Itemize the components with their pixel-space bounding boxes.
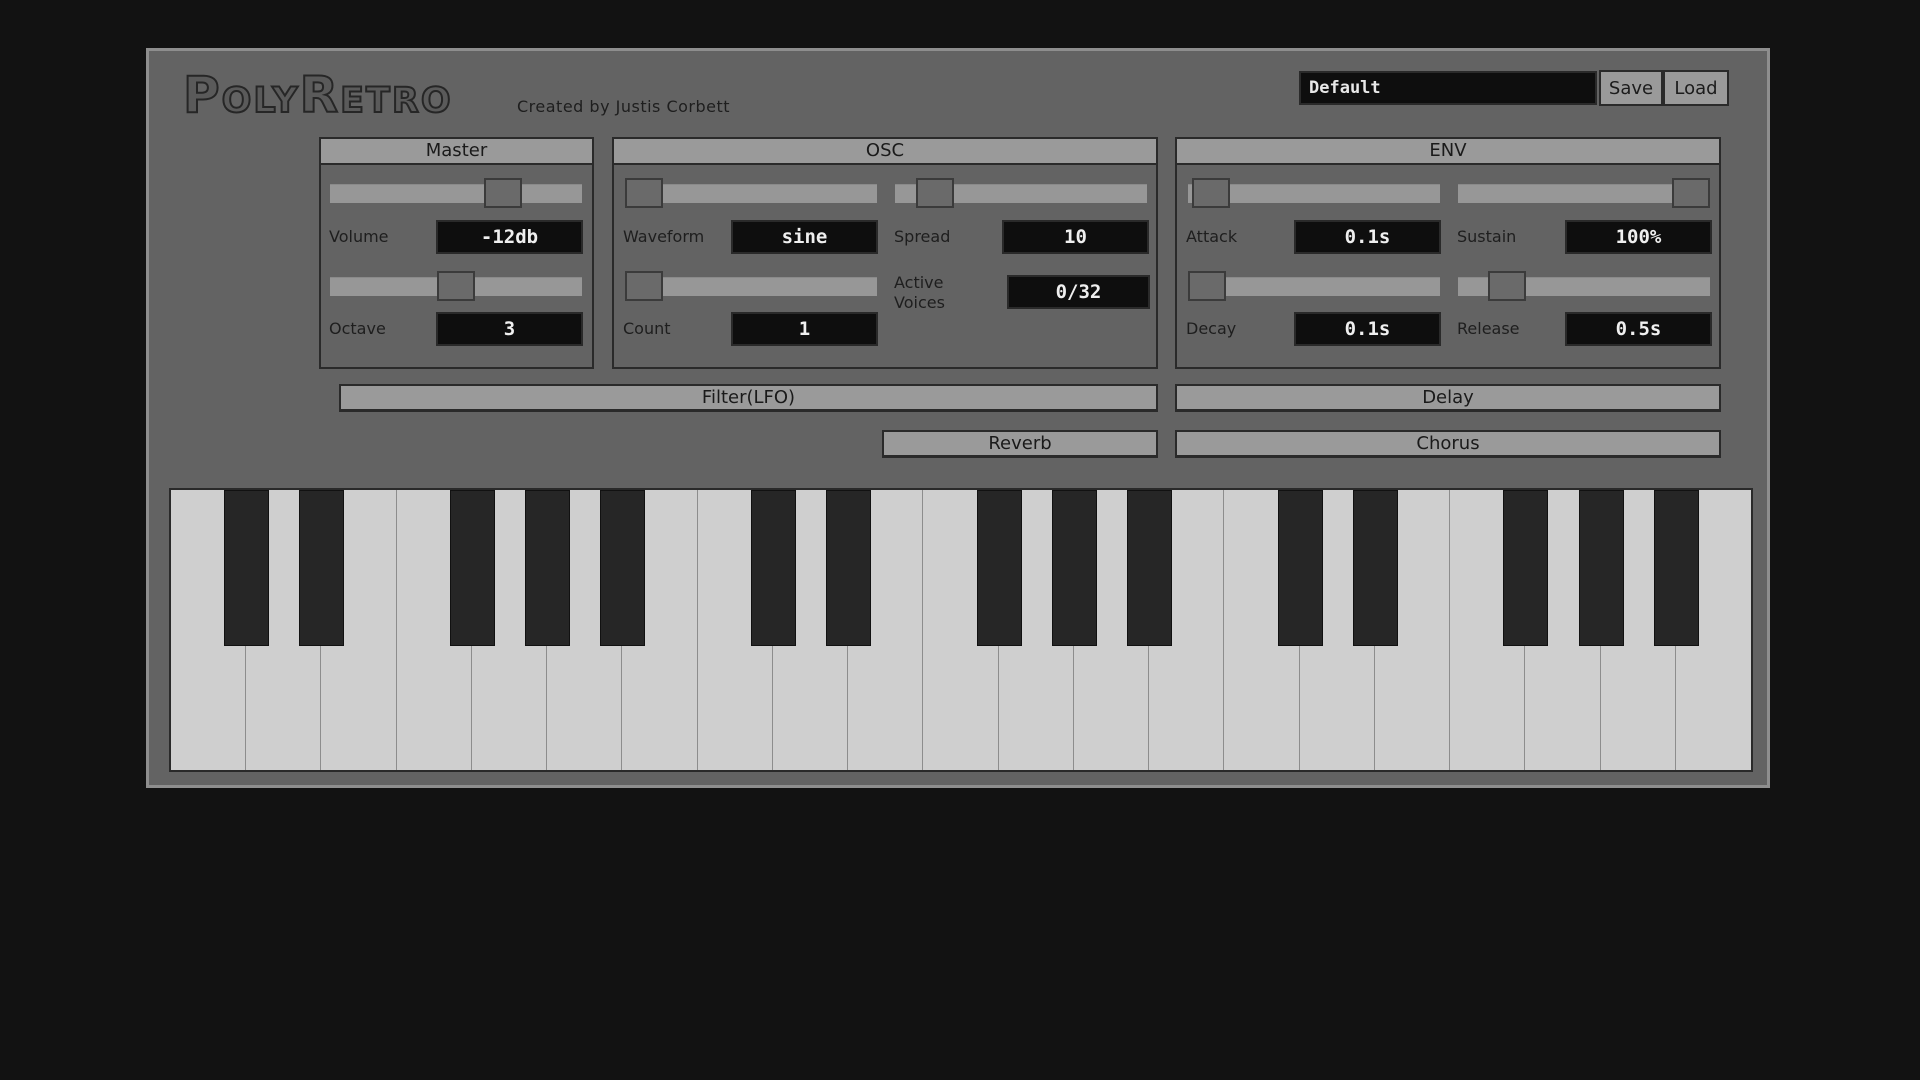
black-key[interactable] <box>525 490 571 646</box>
active-voices-value: 0/32 <box>1007 275 1150 309</box>
black-key[interactable] <box>976 490 1022 646</box>
black-key[interactable] <box>449 490 495 646</box>
piano-keyboard[interactable] <box>169 488 1753 772</box>
spread-slider-thumb[interactable] <box>916 178 954 208</box>
count-slider-thumb[interactable] <box>625 271 663 301</box>
sustain-value: 100% <box>1565 220 1712 254</box>
black-key[interactable] <box>1578 490 1624 646</box>
synth-window: PolyRetro Created by Justis Corbett Save… <box>146 48 1770 788</box>
osc-panel-title: OSC <box>614 139 1156 165</box>
black-key[interactable] <box>1051 490 1097 646</box>
chorus-button[interactable]: Chorus <box>1175 430 1721 458</box>
master-panel: Master Volume -12db Octave 3 <box>319 137 594 369</box>
attack-slider[interactable] <box>1188 178 1440 208</box>
black-key[interactable] <box>826 490 872 646</box>
octave-value: 3 <box>436 312 583 346</box>
black-key[interactable] <box>1352 490 1398 646</box>
release-label: Release <box>1457 319 1520 338</box>
waveform-label: Waveform <box>623 227 705 246</box>
app-logo: PolyRetro <box>182 66 453 124</box>
count-value: 1 <box>731 312 878 346</box>
count-slider[interactable] <box>625 271 877 301</box>
waveform-slider[interactable] <box>625 178 877 208</box>
attack-value: 0.1s <box>1294 220 1441 254</box>
waveform-value: sine <box>731 220 878 254</box>
black-key[interactable] <box>750 490 796 646</box>
release-slider-thumb[interactable] <box>1488 271 1526 301</box>
credit-text: Created by Justis Corbett <box>517 97 731 116</box>
reverb-button[interactable]: Reverb <box>882 430 1158 458</box>
sustain-label: Sustain <box>1457 227 1517 246</box>
octave-slider[interactable] <box>330 271 582 301</box>
attack-slider-thumb[interactable] <box>1192 178 1230 208</box>
count-label: Count <box>623 319 671 338</box>
decay-label: Decay <box>1186 319 1237 338</box>
black-key[interactable] <box>299 490 345 646</box>
black-key[interactable] <box>1653 490 1699 646</box>
save-button[interactable]: Save <box>1599 70 1663 106</box>
decay-slider-thumb[interactable] <box>1188 271 1226 301</box>
delay-button[interactable]: Delay <box>1175 384 1721 412</box>
attack-label: Attack <box>1186 227 1238 246</box>
black-key[interactable] <box>1277 490 1323 646</box>
env-panel: ENV Attack 0.1s Sustain 100% Decay 0.1s … <box>1175 137 1721 369</box>
octave-label: Octave <box>329 319 386 338</box>
release-value: 0.5s <box>1565 312 1712 346</box>
master-panel-title: Master <box>321 139 592 165</box>
decay-value: 0.1s <box>1294 312 1441 346</box>
env-panel-title: ENV <box>1177 139 1719 165</box>
black-key[interactable] <box>600 490 646 646</box>
sustain-slider[interactable] <box>1458 178 1710 208</box>
black-key[interactable] <box>1127 490 1173 646</box>
spread-value: 10 <box>1002 220 1149 254</box>
octave-slider-thumb[interactable] <box>437 271 475 301</box>
preset-name-input[interactable] <box>1299 71 1597 105</box>
spread-label: Spread <box>894 227 951 246</box>
waveform-slider-thumb[interactable] <box>625 178 663 208</box>
black-key[interactable] <box>224 490 270 646</box>
volume-slider[interactable] <box>330 178 582 208</box>
volume-slider-thumb[interactable] <box>484 178 522 208</box>
load-button[interactable]: Load <box>1663 70 1729 106</box>
active-voices-label: Active Voices <box>894 273 945 312</box>
black-key[interactable] <box>1503 490 1549 646</box>
release-slider[interactable] <box>1458 271 1710 301</box>
volume-label: Volume <box>329 227 389 246</box>
spread-slider[interactable] <box>895 178 1147 208</box>
sustain-slider-thumb[interactable] <box>1672 178 1710 208</box>
volume-value: -12db <box>436 220 583 254</box>
decay-slider[interactable] <box>1188 271 1440 301</box>
osc-panel: OSC Waveform sine Spread 10 Active Voice… <box>612 137 1158 369</box>
filter-lfo-button[interactable]: Filter(LFO) <box>339 384 1158 412</box>
